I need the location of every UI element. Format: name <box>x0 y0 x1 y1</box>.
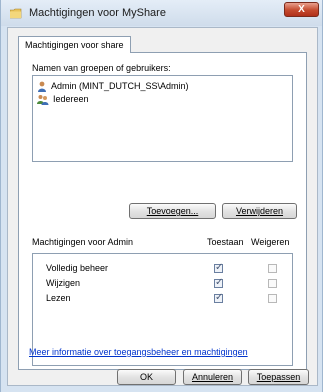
folder-icon <box>10 8 22 19</box>
apply-button-label: Toepassen <box>256 372 301 382</box>
close-button[interactable]: X <box>284 2 319 17</box>
tab-label: Machtigingen voor share <box>25 40 124 50</box>
allow-checkbox[interactable]: ✓ <box>214 262 223 273</box>
user-name: Iedereen <box>53 94 89 104</box>
allow-column-header: Toestaan <box>207 237 244 247</box>
title-bar[interactable]: Machtigingen voor MyShare X <box>1 0 322 26</box>
add-button[interactable]: Toevoegen... <box>129 203 216 219</box>
window-title: Machtigingen voor MyShare <box>29 7 166 19</box>
help-link[interactable]: Meer informatie over toegangsbeheer en m… <box>29 347 248 357</box>
group-users-icon <box>37 94 49 105</box>
list-item[interactable]: Admin (MINT_DUTCH_SS\Admin) <box>37 80 189 92</box>
deny-checkbox[interactable] <box>268 294 277 303</box>
user-name: Admin (MINT_DUTCH_SS\Admin) <box>51 81 189 91</box>
deny-checkbox[interactable] <box>268 264 277 273</box>
permission-name: Wijzigen <box>46 278 81 288</box>
permissions-header: Machtigingen voor Admin <box>32 237 134 247</box>
users-listbox[interactable]: Admin (MINT_DUTCH_SS\Admin) Iedereen <box>32 75 293 162</box>
remove-button-label: Verwijderen <box>235 206 284 216</box>
allow-checkbox[interactable]: ✓ <box>214 277 223 288</box>
permission-name: Volledig beheer <box>46 263 109 273</box>
allow-checkbox[interactable]: ✓ <box>214 292 223 303</box>
deny-checkbox[interactable] <box>268 279 277 288</box>
dialog-client-area: Machtigingen voor share Namen van groepe… <box>7 27 318 386</box>
apply-button[interactable]: Toepassen <box>248 369 309 385</box>
remove-button[interactable]: Verwijderen <box>222 203 297 219</box>
add-button-label: Toevoegen... <box>146 206 199 216</box>
cancel-button[interactable]: Annuleren <box>183 369 242 385</box>
list-item[interactable]: Iedereen <box>37 93 89 105</box>
permission-name: Lezen <box>46 293 71 303</box>
cancel-button-label: Annuleren <box>191 372 234 382</box>
single-user-icon <box>38 81 46 92</box>
deny-column-header: Weigeren <box>251 237 290 247</box>
close-icon: X <box>298 4 305 15</box>
permission-row: Volledig beheer ✓ <box>33 262 292 276</box>
groups-label: Namen van groepen of gebruikers: <box>32 63 171 73</box>
tab-share-permissions[interactable]: Machtigingen voor share <box>18 36 131 53</box>
permissions-dialog: Machtigingen voor MyShare X Machtigingen… <box>0 0 323 392</box>
permission-row: Lezen ✓ <box>33 292 292 306</box>
ok-button[interactable]: OK <box>117 369 176 385</box>
permission-row: Wijzigen ✓ <box>33 277 292 291</box>
ok-button-label: OK <box>139 372 153 382</box>
tab-panel: Namen van groepen of gebruikers: Admin (… <box>18 52 307 370</box>
